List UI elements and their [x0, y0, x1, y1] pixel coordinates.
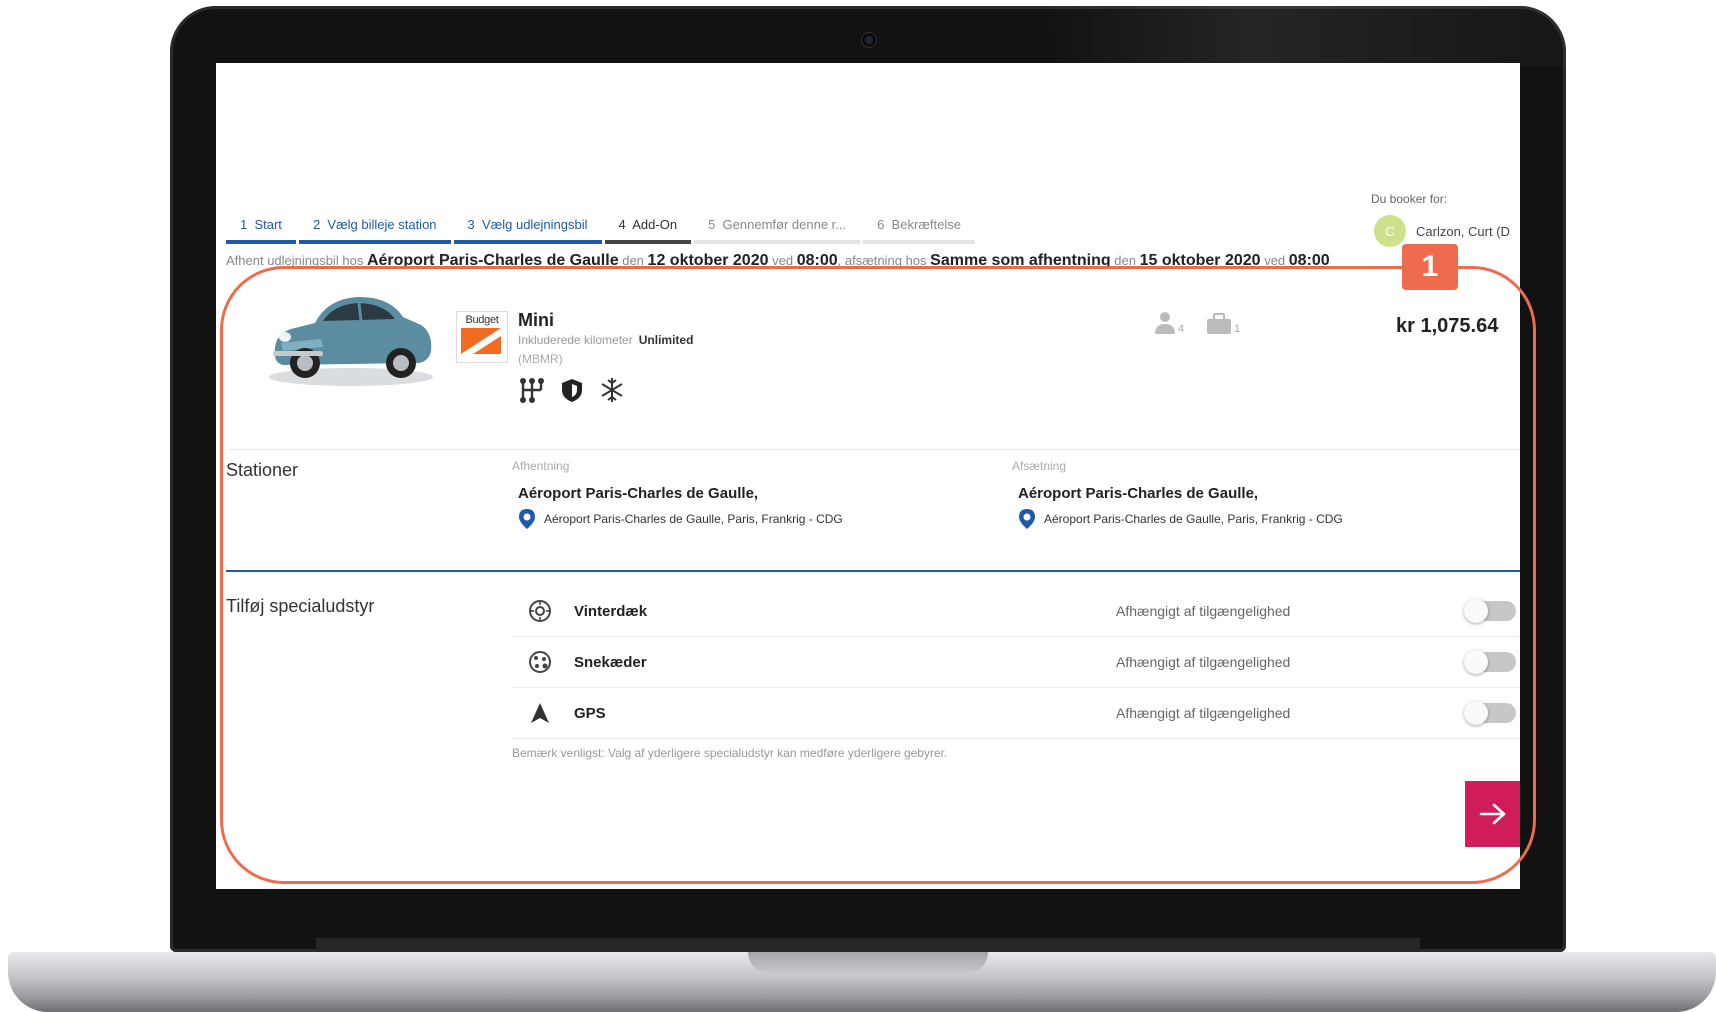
toggle-knob — [1464, 701, 1488, 725]
step-label: Vælg udlejningsbil — [482, 217, 588, 232]
avatar: C — [1374, 215, 1406, 247]
step-number: 4 — [618, 217, 626, 232]
addon-name: Snekæder — [574, 653, 647, 671]
laptop-opening-notch — [748, 952, 988, 974]
step-add-on[interactable]: 4 Add-On — [604, 213, 692, 244]
step-label: Vælg billeje station — [327, 217, 437, 232]
mileage-label: Inkluderede kilometer — [518, 333, 633, 347]
summary-pickup-location: Aéroport Paris-Charles de Gaulle — [366, 252, 619, 269]
step-confirmation: 6 Bekræftelse — [863, 213, 975, 244]
stations-heading: Stationer — [226, 460, 299, 480]
manual-gearbox-icon — [520, 378, 544, 403]
addon-row-gps: GPS Afhængigt af tilgængelighed — [512, 688, 1520, 739]
dropoff-station: Afsætning Aéroport Paris-Charles de Gaul… — [1012, 459, 1432, 530]
dropoff-station-name: Aéroport Paris-Charles de Gaulle, — [1018, 485, 1259, 502]
addon-row-snow-chains: Snekæder Afhængigt af tilgængelighed — [512, 637, 1520, 688]
luggage-capacity: 1 — [1206, 311, 1240, 335]
pickup-label: Afhentning — [512, 459, 570, 473]
addon-availability: Afhængigt af tilgængelighed — [1116, 654, 1291, 670]
mileage-info: Inkluderede kilometer Unlimited — [518, 333, 693, 347]
addons-heading: Tilføj specialudstyr — [226, 596, 375, 616]
webcam — [862, 33, 876, 47]
summary-dropoff-time: 08:00 — [1288, 252, 1330, 269]
addon-name: GPS — [574, 704, 606, 722]
step-number: 5 — [708, 217, 716, 232]
toggle-knob — [1464, 650, 1488, 674]
gps-arrow-icon — [531, 703, 549, 723]
summary-time-prefix: ved — [772, 253, 794, 268]
step-complete-reservation: 5 Gennemfør denne r... — [694, 213, 861, 244]
snow-chains-toggle[interactable] — [1464, 650, 1516, 674]
summary-pickup-date: 12 oktober 2020 — [647, 252, 769, 269]
section-divider — [226, 449, 1520, 450]
toggle-knob — [1464, 599, 1488, 623]
car-price: kr 1,075.64 — [1396, 315, 1499, 337]
passenger-capacity: 4 — [1154, 311, 1184, 335]
booking-steps: 1 Start 2 Vælg billeje station 3 Vælg ud… — [226, 213, 978, 244]
air-conditioning-icon — [601, 378, 623, 402]
location-pin-icon — [519, 509, 535, 529]
pickup-address: Aéroport Paris-Charles de Gaulle, Paris,… — [544, 512, 843, 526]
screen: Du booker for: C Carlzon, Curt (D 1 Star… — [216, 63, 1520, 889]
booker-profile[interactable]: C Carlzon, Curt (D — [1374, 215, 1510, 247]
location-pin-icon — [1019, 509, 1035, 529]
person-icon — [1155, 312, 1175, 334]
booker-name: Carlzon, Curt (D — [1416, 223, 1510, 239]
booker-label: Du booker for: — [1371, 192, 1448, 206]
bag-count: 1 — [1234, 323, 1241, 335]
brand-name: Budget — [465, 314, 499, 326]
screen-bezel-bottom — [216, 889, 1520, 925]
step-label: Add-On — [632, 217, 678, 232]
winter-tires-toggle[interactable] — [1464, 599, 1516, 623]
summary-dropoff-prefix: afsætning hos — [844, 253, 927, 268]
brand-logo: Budget — [456, 311, 508, 363]
step-label: Start — [254, 217, 282, 232]
summary-date-prefix: den — [622, 253, 644, 268]
car-image — [269, 296, 433, 386]
dropoff-address: Aéroport Paris-Charles de Gaulle, Paris,… — [1044, 512, 1343, 526]
insurance-shield-icon — [562, 379, 582, 402]
summary-dropoff-location: Samme som afhentning — [930, 252, 1111, 269]
mileage-value: Unlimited — [638, 333, 694, 347]
addon-fee-note: Bemærk venligst: Valg af yderligere spec… — [512, 746, 948, 760]
laptop-hinge — [316, 938, 1420, 952]
passenger-count: 4 — [1178, 323, 1185, 335]
step-number: 2 — [312, 217, 321, 232]
addon-row-winter-tires: Vinterdæk Afhængigt af tilgængelighed — [512, 586, 1520, 637]
addon-availability: Afhængigt af tilgængelighed — [1116, 705, 1291, 721]
luggage-icon — [1207, 313, 1232, 334]
pickup-station-name: Aéroport Paris-Charles de Gaulle, — [518, 485, 759, 502]
car-features — [518, 376, 626, 404]
summary-dropoff-date: 15 oktober 2020 — [1139, 252, 1261, 269]
highlight-badge: 1 — [1402, 244, 1458, 290]
step-number: 1 — [240, 217, 248, 232]
car-capacity: 4 1 — [1154, 311, 1240, 335]
step-label: Bekræftelse — [891, 217, 961, 232]
step-choose-station[interactable]: 2 Vælg billeje station — [298, 213, 451, 244]
addon-availability: Afhængigt af tilgængelighed — [1116, 603, 1291, 619]
arrow-right-icon — [1479, 803, 1506, 825]
snow-chain-icon — [529, 651, 551, 673]
addon-name: Vinterdæk — [574, 602, 648, 620]
next-button[interactable] — [1465, 781, 1520, 847]
summary-date-prefix: den — [1114, 253, 1136, 268]
summary-time-prefix: ved — [1264, 253, 1286, 268]
car-name: Mini — [518, 310, 554, 330]
step-number: 3 — [467, 217, 475, 232]
step-choose-car[interactable]: 3 Vælg udlejningsbil — [453, 213, 602, 244]
step-label: Gennemfør denne r... — [722, 217, 847, 232]
summary-pickup-time: 08:00 — [796, 252, 838, 269]
lid-reflection — [1040, 6, 1566, 66]
booking-summary: Afhent udlejningsbil hos Aéroport Paris-… — [226, 252, 1330, 269]
step-start[interactable]: 1 Start — [226, 213, 296, 244]
summary-pickup-prefix: Afhent udlejningsbil hos — [226, 253, 364, 268]
pickup-station: Afhentning Aéroport Paris-Charles de Gau… — [512, 459, 932, 530]
section-divider-blue — [226, 570, 1520, 572]
brand-logo-mark — [461, 328, 501, 354]
gps-toggle[interactable] — [1464, 701, 1516, 725]
dropoff-label: Afsætning — [1012, 459, 1067, 473]
step-number: 6 — [877, 217, 885, 232]
winter-tire-icon — [529, 600, 551, 622]
car-code: (MBMR) — [518, 352, 563, 366]
